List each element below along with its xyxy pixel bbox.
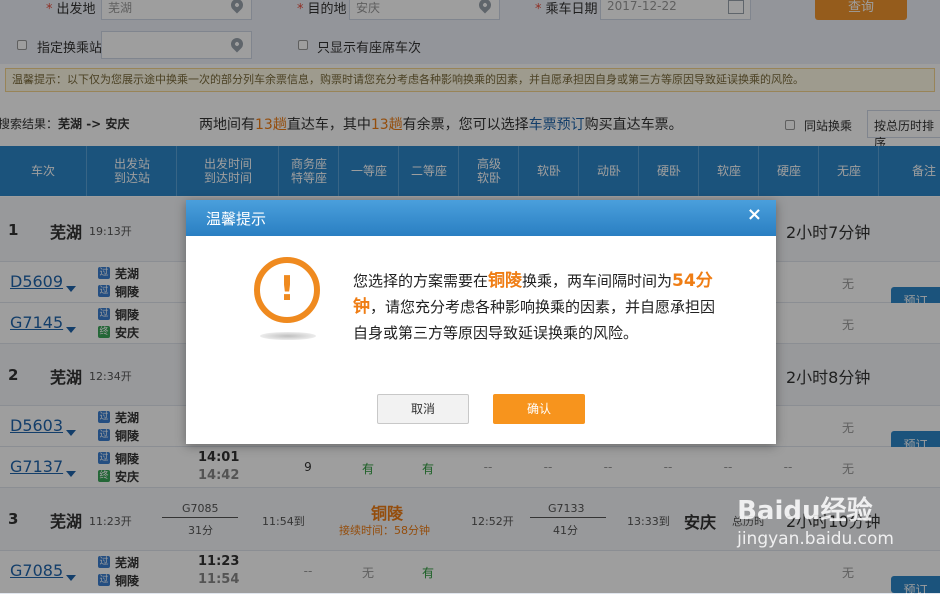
dialog-title: 温馨提示 [206,210,267,228]
icon-shadow [260,332,316,340]
warning-icon: ! [254,257,320,323]
confirm-button[interactable]: 确认 [493,394,585,424]
close-icon[interactable]: × [747,204,762,225]
dialog-message: 您选择的方案需要在铜陵换乘，两车间隔时间为54分钟，请您充分考虑各种影响换乘的因… [353,271,716,342]
baidu-watermark: Baidu经验 jingyan.baidu.com [737,490,894,549]
cancel-button[interactable]: 取消 [377,394,469,424]
dialog-header: 温馨提示 × [186,200,776,236]
transfer-warning-dialog: 温馨提示 × ! 您选择的方案需要在铜陵换乘，两车间隔时间为54分钟，请您充分考… [186,200,776,444]
transfer-station-highlight: 铜陵 [488,271,523,291]
watermark-url: jingyan.baidu.com [737,529,894,549]
watermark-brand: Baidu经验 [737,496,873,526]
